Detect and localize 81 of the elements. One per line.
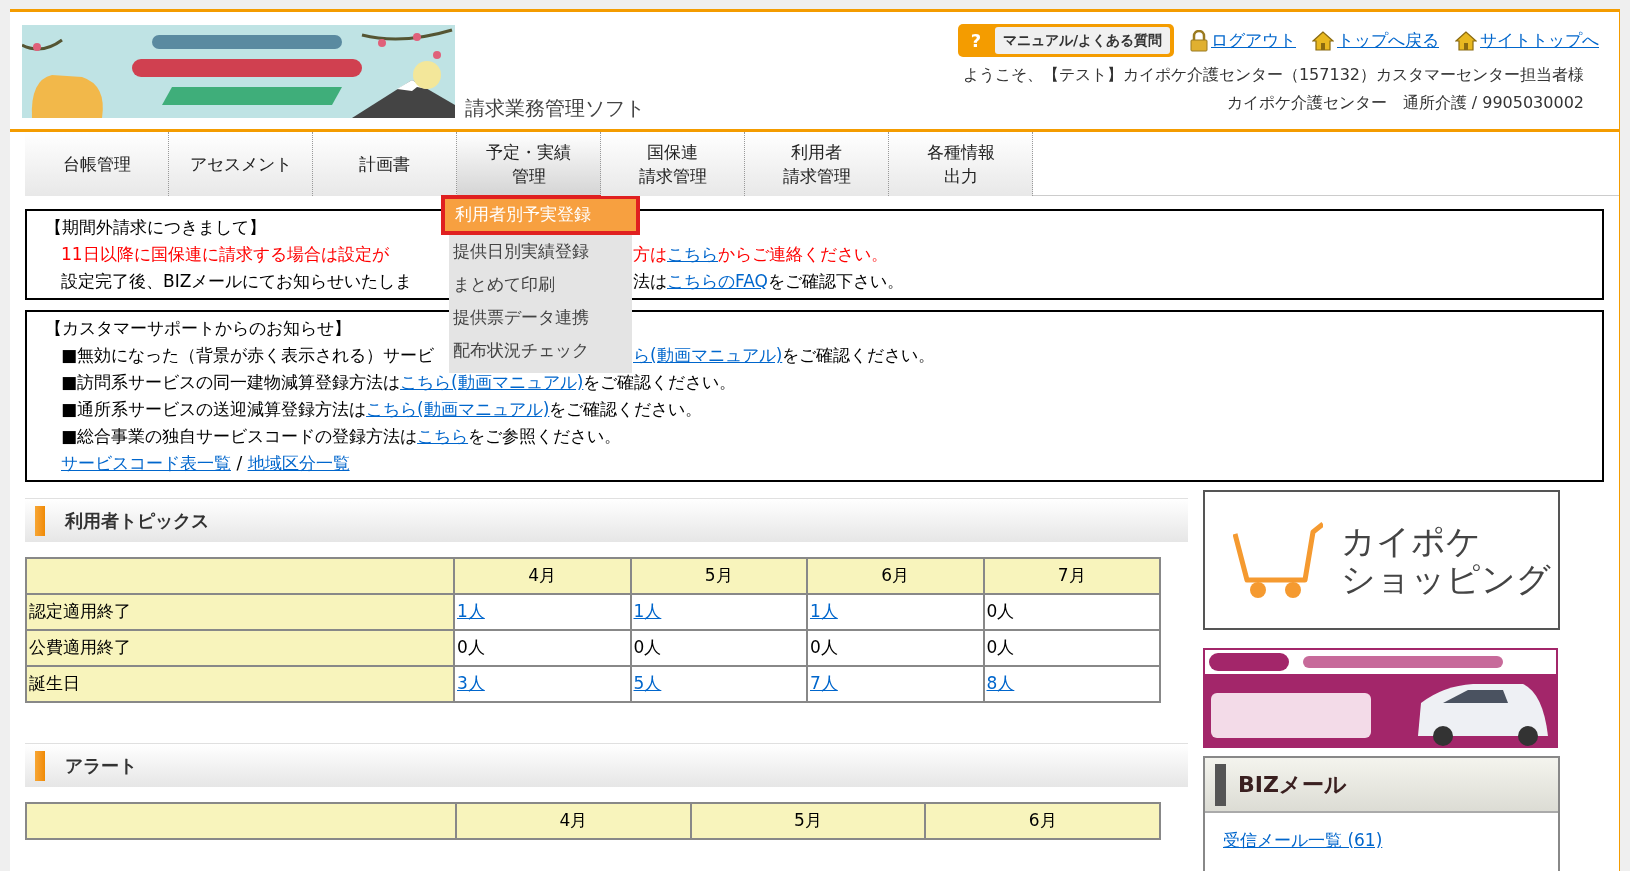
welcome-text: ようこそ、【テスト】カイポケ介護センター（157132）カスタマーセンター担当者様 (962, 64, 1584, 86)
link[interactable]: こちらのFAQ (667, 271, 768, 291)
section-title: 利用者トピックス (65, 509, 209, 533)
lock-icon (1190, 29, 1208, 52)
row-label: 認定適用終了 (26, 594, 454, 630)
notice-title: 【カスタマーサポートからのお知らせ】 (45, 317, 351, 340)
menu-item[interactable]: 提供票データ連携 (449, 301, 632, 334)
count-link[interactable]: 1人 (810, 601, 838, 622)
nav-tab[interactable]: 国保連 請求管理 (601, 132, 745, 196)
notice-text: からご連絡ください。 (718, 244, 888, 264)
panel-marker-icon (1215, 763, 1226, 806)
notice-text: ■無効になった（背景が赤く表示される）サービ (61, 345, 435, 365)
notice-text: 法は (633, 271, 667, 291)
notice-text: をご確認ください。 (782, 345, 936, 365)
count-link[interactable]: 1人 (457, 601, 485, 622)
nav-tab[interactable]: アセスメント (169, 132, 313, 196)
panel-title: BIZメール (1238, 771, 1347, 799)
table-cell: 0人 (986, 637, 1015, 658)
notice-text: をご確認下さい。 (767, 271, 904, 291)
table-header-cell: 4月 (456, 803, 691, 839)
notice-text: 方は (633, 244, 667, 264)
table-cell: 0人 (633, 637, 662, 658)
table-header-cell: 7月 (983, 558, 1160, 594)
table-header-cell: 6月 (807, 558, 984, 594)
home-icon (1312, 30, 1334, 51)
notice-text: / (235, 453, 244, 473)
nav-tab[interactable]: 計画書 (313, 132, 457, 196)
menu-item[interactable]: 提供日別実績登録 (449, 235, 632, 268)
notice-text: をご確認ください。 (549, 399, 703, 419)
section-marker-icon (35, 505, 45, 536)
home-icon (1455, 30, 1477, 51)
count-link[interactable]: 8人 (986, 673, 1015, 694)
shop-logo-text: カイポケ (1341, 522, 1482, 560)
help-button[interactable]: ? マニュアル/よくある質問 (957, 24, 1174, 57)
link[interactable]: こちら (417, 426, 469, 446)
link[interactable]: 地域区分一覧 (247, 453, 350, 473)
shopping-banner[interactable]: カイポケ ショッピング (1203, 490, 1560, 630)
nav-tab[interactable]: 台帳管理 (25, 132, 169, 196)
row-label: 公費適用終了 (26, 630, 454, 666)
shop-logo-text: ショッピング (1341, 560, 1551, 598)
count-link[interactable]: 5人 (633, 673, 662, 694)
table-header-cell: 4月 (454, 558, 631, 594)
count-link[interactable]: 3人 (457, 673, 485, 694)
cart-icon (1233, 520, 1323, 600)
table-header-cell: 5月 (690, 803, 926, 839)
notice-text: 設定完了後、BIZメールにてお知らせいたしま (61, 271, 413, 291)
nav-tab[interactable]: 各種情報 出力 (889, 132, 1033, 196)
menu-item[interactable]: まとめて印刷 (449, 268, 632, 301)
row-label: 誕生日 (26, 666, 454, 702)
count-link[interactable]: 1人 (633, 601, 662, 622)
section-title: アラート (65, 754, 137, 778)
notice-title: 【期間外請求につきまして】 (45, 216, 266, 239)
link[interactable]: ら(動画マニュアル) (633, 345, 783, 365)
notice-text: 11日以降に国保連に請求する場合は設定が (61, 244, 389, 264)
app-title: 請求業務管理ソフト (465, 95, 645, 122)
question-icon: ? (960, 27, 991, 54)
nav-tab[interactable]: 予定・実績 管理 (457, 132, 601, 196)
nav-tab[interactable]: 利用者 請求管理 (745, 132, 889, 196)
help-label: マニュアル/よくある質問 (994, 27, 1170, 54)
mail-link[interactable]: 受信メール一覧 (61) (1223, 828, 1383, 854)
notice-text: ■通所系サービスの送迎減算登録方法は (61, 399, 367, 419)
link[interactable]: サービスコード表一覧 (61, 453, 231, 473)
link[interactable]: こちら(動画マニュアル) (400, 372, 584, 392)
notice-text: ■訪問系サービスの同一建物減算登録方法は (61, 372, 401, 392)
link[interactable]: こちら (667, 244, 718, 264)
table-header-cell: 5月 (630, 558, 807, 594)
header-link[interactable]: トップへ戻る (1337, 27, 1439, 54)
office-text: カイポケ介護センター 通所介護 / 9905030002 (1226, 92, 1584, 114)
menu-item[interactable]: 配布状況チェック (449, 334, 632, 367)
table-cell: 0人 (986, 601, 1015, 622)
header-link[interactable]: サイトトップへ (1480, 27, 1599, 54)
header-link[interactable]: ログアウト (1211, 27, 1296, 54)
table-cell: 0人 (457, 637, 485, 658)
link[interactable]: こちら(動画マニュアル) (366, 399, 550, 419)
notice-text: をご参照ください。 (468, 426, 622, 446)
notice-text: をご確認ください。 (583, 372, 737, 392)
notice-text: ■総合事業の独自サービスコードの登録方法は (61, 426, 418, 446)
table-cell: 0人 (810, 637, 838, 658)
section-marker-icon (35, 750, 45, 781)
table-header-cell: 6月 (925, 803, 1160, 839)
count-link[interactable]: 7人 (810, 673, 838, 694)
